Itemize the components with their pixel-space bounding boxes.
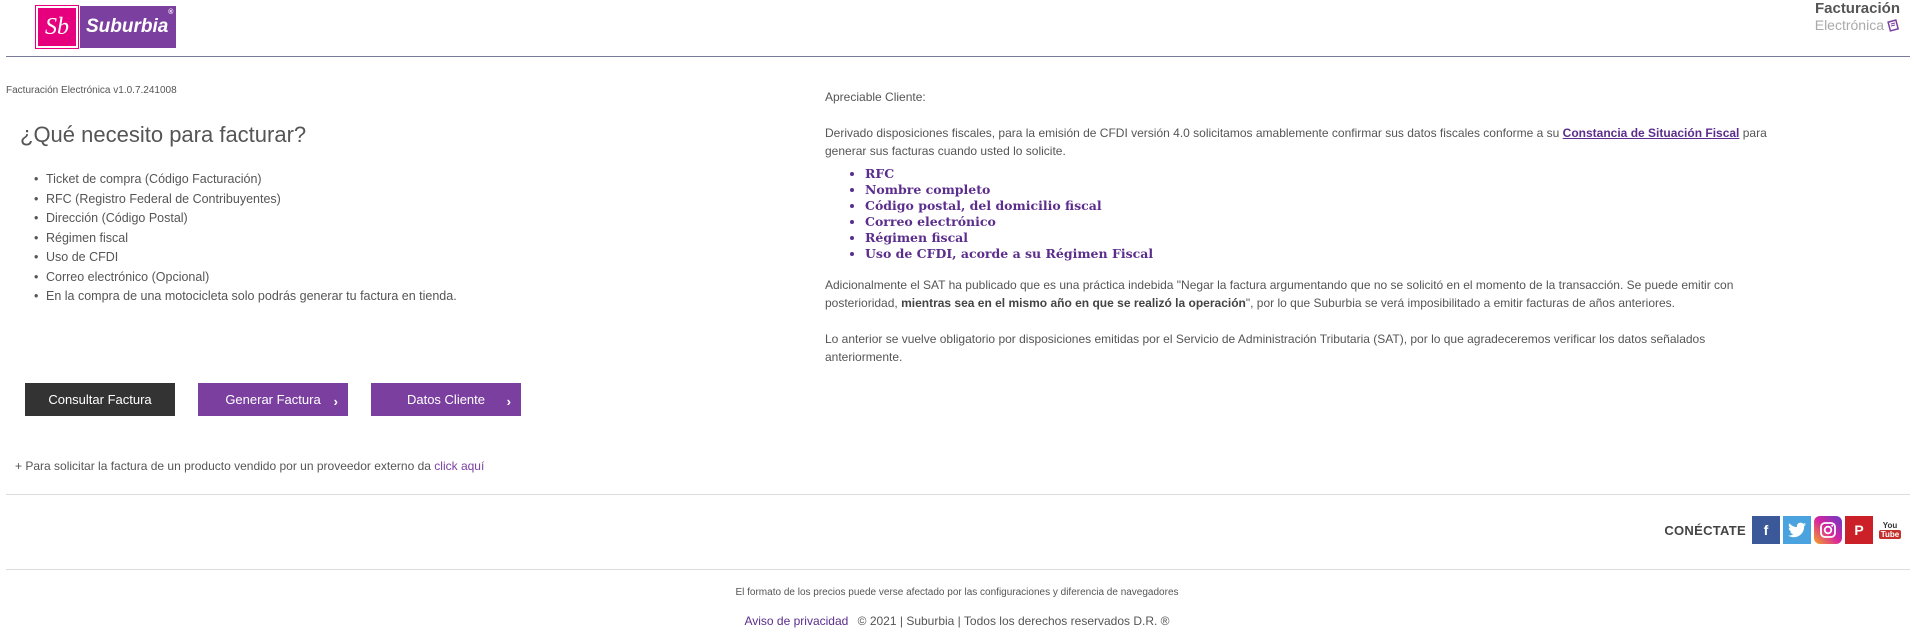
list-item: Uso de CFDI, acorde a su Régimen Fiscal xyxy=(865,246,1780,262)
consultar-factura-label: Consultar Factura xyxy=(48,392,152,407)
footer-divider xyxy=(6,569,1910,570)
conectate-label: CONÉCTATE xyxy=(1664,522,1746,538)
list-item: Régimen fiscal xyxy=(865,230,1780,246)
list-item: Correo electrónico xyxy=(865,214,1780,230)
invoice-icon xyxy=(1887,18,1900,32)
social-bar: CONÉCTATE f P You Tube xyxy=(1664,516,1904,544)
greeting: Apreciable Cliente: xyxy=(825,90,926,104)
pinterest-icon[interactable]: P xyxy=(1845,516,1873,544)
section-divider xyxy=(6,494,1910,495)
youtube-icon[interactable]: You Tube xyxy=(1876,516,1904,544)
list-item: Ticket de compra (Código Facturación) xyxy=(34,170,457,190)
external-provider-note: + Para solicitar la factura de un produc… xyxy=(15,459,484,473)
p2-bold-text: mientras sea en el mismo año en que se r… xyxy=(901,296,1246,310)
notice-paragraph-1: Derivado disposiciones fiscales, para la… xyxy=(825,124,1780,160)
logo-registered-mark: ® xyxy=(168,9,174,16)
list-item: Régimen fiscal xyxy=(34,229,457,249)
notice-paragraph-2: Adicionalmente el SAT ha publicado que e… xyxy=(825,276,1780,312)
youtube-glyph-bottom: Tube xyxy=(1878,530,1902,539)
requirements-list: Ticket de compra (Código Facturación) RF… xyxy=(34,170,457,307)
list-item: Nombre completo xyxy=(865,182,1780,198)
generar-factura-label: Generar Factura xyxy=(225,392,321,407)
copyright-text: © 2021 | Suburbia | Todos los derechos r… xyxy=(857,614,1170,628)
chevron-right-icon: › xyxy=(506,394,511,409)
header: Sb Suburbia ® Facturación Electrónica xyxy=(0,0,1914,57)
facebook-icon[interactable]: f xyxy=(1752,516,1780,544)
list-item: RFC (Registro Federal de Contribuyentes) xyxy=(34,190,457,210)
list-item: Uso de CFDI xyxy=(34,248,457,268)
twitter-bird-glyph xyxy=(1788,522,1806,538)
title-line2-row: Electrónica xyxy=(1815,17,1900,33)
p1-text-before: Derivado disposiciones fiscales, para la… xyxy=(825,126,1560,140)
p2-text-after: ", por lo que Suburbia se verá imposibil… xyxy=(1245,296,1676,310)
generar-factura-button[interactable]: Generar Factura › xyxy=(198,383,348,416)
consultar-factura-button[interactable]: Consultar Factura xyxy=(25,383,175,416)
logo-word-text: Suburbia xyxy=(86,16,169,37)
privacy-notice-link[interactable]: Aviso de privacidad xyxy=(744,614,848,628)
facebook-glyph: f xyxy=(1763,522,1769,538)
instagram-camera-glyph xyxy=(1820,522,1836,538)
header-divider xyxy=(6,56,1910,57)
logo-wordmark: Suburbia ® xyxy=(80,6,177,48)
pinterest-glyph: P xyxy=(1854,522,1864,538)
list-item: Código postal, del domicilio fiscal xyxy=(865,198,1780,214)
suburbia-logo[interactable]: Sb Suburbia ® xyxy=(35,5,177,49)
list-item: Dirección (Código Postal) xyxy=(34,209,457,229)
version-label: Facturación Electrónica v1.0.7.241008 xyxy=(6,85,177,96)
twitter-icon[interactable] xyxy=(1783,516,1811,544)
datos-cliente-button[interactable]: Datos Cliente › xyxy=(371,383,521,416)
instagram-icon[interactable] xyxy=(1814,516,1842,544)
requirements-title: ¿Qué necesito para facturar? xyxy=(20,122,307,147)
title-line2: Electrónica xyxy=(1814,17,1884,33)
chevron-right-icon: › xyxy=(333,394,338,409)
title-line1: Facturación xyxy=(1814,0,1900,17)
copyright-bar: Aviso de privacidad © 2021 | Suburbia | … xyxy=(0,614,1914,628)
constancia-situacion-fiscal-link[interactable]: Constancia de Situación Fiscal xyxy=(1563,126,1740,140)
datos-cliente-label: Datos Cliente xyxy=(406,392,486,407)
list-item: RFC xyxy=(865,166,1780,182)
facturacion-electronica-title: Facturación Electrónica xyxy=(1815,0,1900,33)
list-item: Correo electrónico (Opcional) xyxy=(34,268,457,288)
youtube-glyph-top: You xyxy=(1882,521,1898,530)
external-note-text: + Para solicitar la factura de un produc… xyxy=(15,459,431,473)
prices-note: El formato de los precios puede verse af… xyxy=(735,587,1179,598)
list-item: En la compra de una motocicleta solo pod… xyxy=(34,287,457,307)
external-click-link[interactable]: click aquí xyxy=(434,459,484,473)
client-notice: Apreciable Cliente: Derivado disposicion… xyxy=(825,88,1780,384)
fiscal-data-list: RFC Nombre completo Código postal, del d… xyxy=(865,166,1780,262)
logo-mark: Sb xyxy=(35,5,79,49)
notice-paragraph-3: Lo anterior se vuelve obligatorio por di… xyxy=(825,332,1706,364)
